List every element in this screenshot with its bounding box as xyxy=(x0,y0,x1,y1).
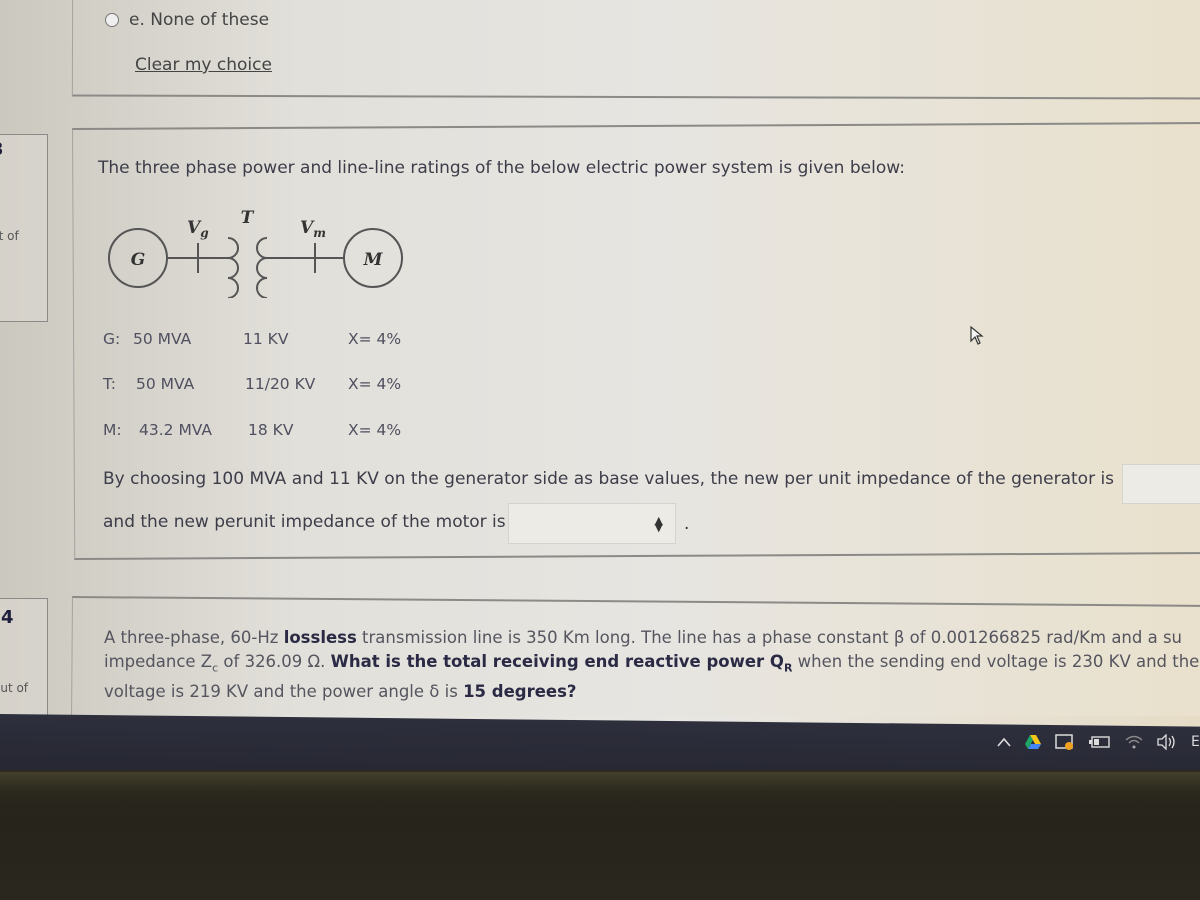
spec-reactance: X= 4% xyxy=(348,421,402,439)
spec-voltage: 11/20 KV xyxy=(245,375,316,393)
spec-reactance: X= 4% xyxy=(348,330,402,348)
out-of-label: ut of xyxy=(0,229,19,243)
status-fragment: d xyxy=(0,649,1,663)
spec-power: 50 MVA xyxy=(133,330,192,348)
option-e[interactable]: e. None of these xyxy=(105,10,269,30)
vm-label: Vm xyxy=(300,218,326,240)
chevron-up-icon[interactable] xyxy=(997,737,1011,747)
transformer-label: T xyxy=(241,208,255,228)
spec-voltage: 18 KV xyxy=(248,421,294,439)
language-indicator[interactable]: EI xyxy=(1191,734,1200,750)
clear-my-choice-link[interactable]: Clear my choice xyxy=(135,55,272,75)
system-tray: EI xyxy=(997,734,1200,750)
question-4-info-box: 4 d out of xyxy=(0,598,48,728)
question-3-sentence-1: By choosing 100 MVA and 11 KV on the gen… xyxy=(103,469,1115,489)
google-drive-icon[interactable] xyxy=(1025,735,1042,749)
spec-power: 50 MVA xyxy=(136,375,195,393)
question-4-line-1: A three-phase, 60-Hz lossless transmissi… xyxy=(104,628,1183,647)
question-4-line-2: impedance Zc of 326.09 Ω. What is the to… xyxy=(104,652,1200,675)
power-system-diagram: G Vg T Vm M xyxy=(108,208,403,298)
spec-voltage: 11 KV xyxy=(243,330,289,348)
question-3-info-box: 3 ut of xyxy=(0,134,48,322)
spec-name: T: xyxy=(103,375,116,393)
generator-impedance-input[interactable] xyxy=(1122,464,1200,504)
wifi-icon[interactable] xyxy=(1125,735,1143,749)
question-3-sentence-2: and the new perunit impedance of the mot… xyxy=(103,512,506,532)
radio-button[interactable] xyxy=(105,13,119,27)
question-number: 3 xyxy=(0,139,4,160)
question-4-line-3: voltage is 219 KV and the power angle δ … xyxy=(104,682,577,702)
bezel-highlight xyxy=(0,772,1200,792)
spec-name: G: xyxy=(103,330,121,348)
question-4-text: A three-phase, 60-Hz lossless transmissi… xyxy=(104,626,1200,704)
question-3-intro: The three phase power and line-line rati… xyxy=(98,158,905,178)
vg-label: Vg xyxy=(187,218,209,240)
battery-icon[interactable] xyxy=(1089,736,1111,748)
generator-symbol: G xyxy=(108,228,168,288)
question-3-box xyxy=(72,122,1200,560)
mouse-cursor-icon xyxy=(970,326,984,345)
spec-power: 43.2 MVA xyxy=(139,421,213,439)
motor-impedance-select[interactable]: ▲ ▼ xyxy=(508,503,676,544)
volume-icon[interactable] xyxy=(1157,734,1177,750)
generator-label: G xyxy=(131,250,146,270)
question-number: 4 xyxy=(1,607,14,628)
sentence-period: . xyxy=(684,514,690,534)
option-e-label: e. None of these xyxy=(129,10,270,30)
spec-reactance: X= 4% xyxy=(348,375,402,393)
out-of-label: out of xyxy=(0,681,29,695)
spec-name: M: xyxy=(103,421,122,439)
transformer-symbol: T xyxy=(227,208,268,298)
select-arrows-icon: ▲ ▼ xyxy=(654,513,663,534)
meet-now-icon[interactable] xyxy=(1055,734,1075,750)
motor-label: M xyxy=(363,250,384,270)
motor-symbol: M xyxy=(343,228,403,288)
